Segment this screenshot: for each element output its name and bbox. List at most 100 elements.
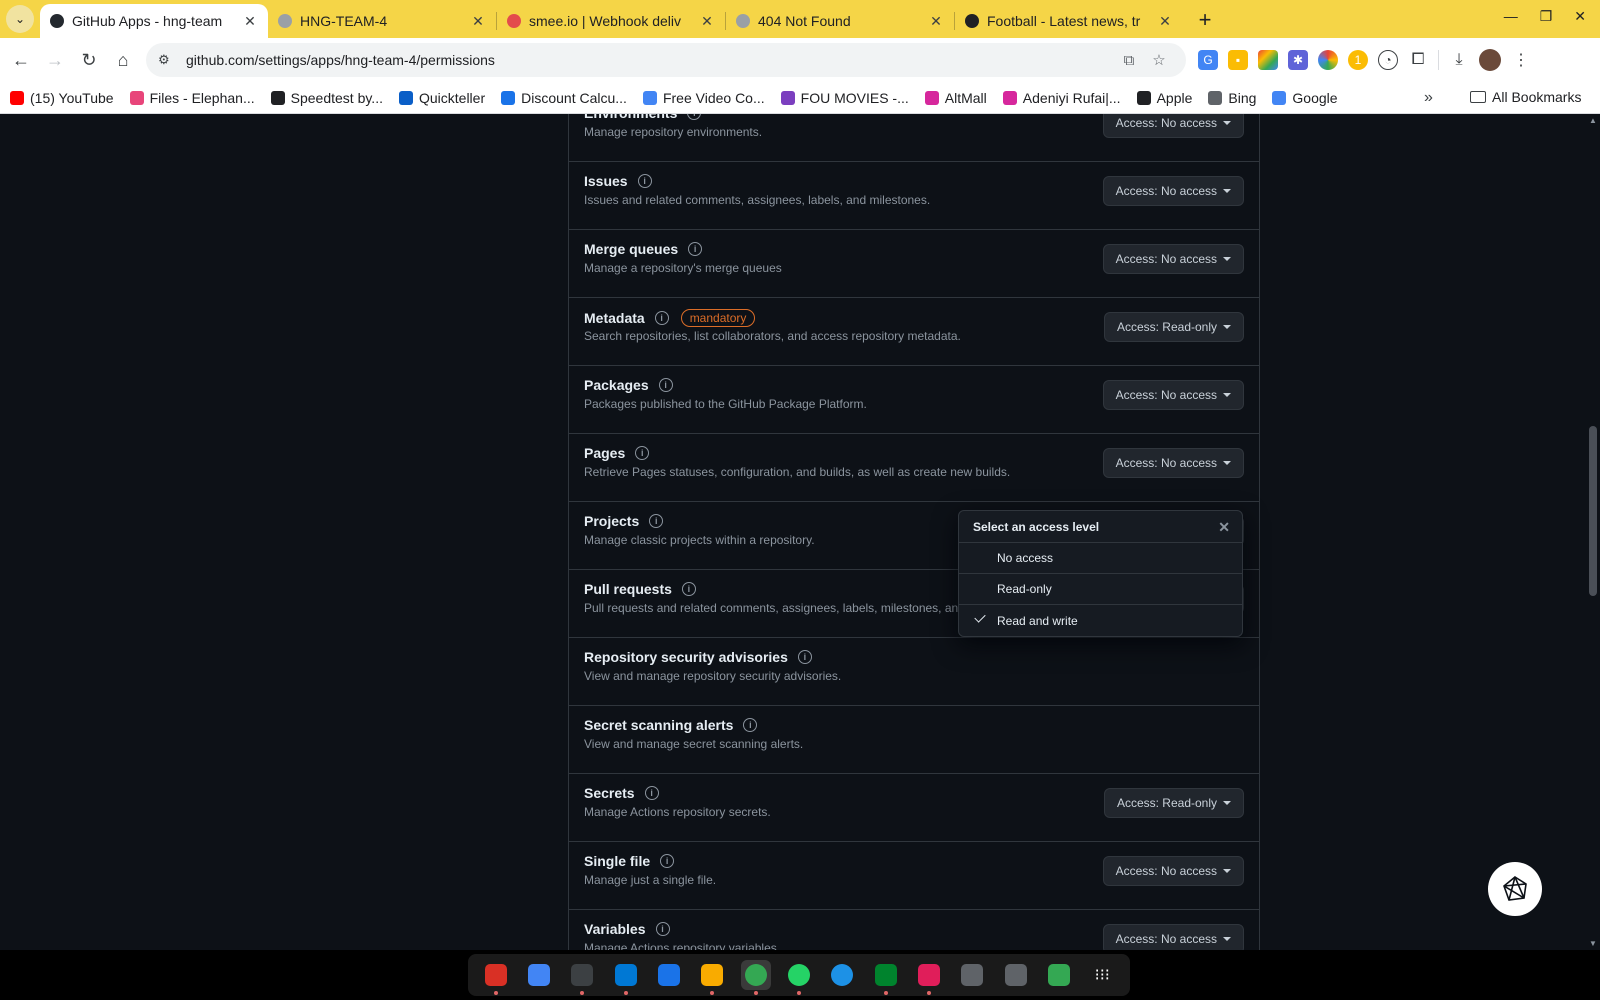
whatsapp-app-icon[interactable] [784, 960, 814, 995]
info-icon[interactable]: i [687, 114, 702, 120]
puzzle-extensions-icon[interactable]: ⧠ [1408, 50, 1428, 70]
launcher-app-icon[interactable]: ⁝⁝⁝ [1087, 960, 1117, 990]
profile-avatar[interactable] [1479, 49, 1501, 71]
download-icon[interactable]: ⤓ [1449, 50, 1469, 70]
close-tab-icon[interactable]: ✕ [928, 13, 944, 30]
access-level-dropdown[interactable]: Access: Read-only [1103, 312, 1244, 342]
slack-app-icon[interactable] [914, 960, 944, 995]
access-level-dropdown[interactable]: Access: Read-only [1103, 788, 1244, 818]
bookmark-item[interactable]: Free Video Co... [642, 90, 765, 106]
access-option[interactable]: Read and write [959, 605, 1242, 636]
access-level-dropdown[interactable]: Access: No access [1102, 856, 1244, 886]
access-option-label: Read and write [997, 613, 1078, 628]
browser-tab[interactable]: GitHub Apps - hng-team ✕ [40, 4, 268, 38]
translate-extension-icon[interactable]: G [1198, 50, 1218, 70]
info-icon[interactable]: i [637, 174, 652, 188]
caret-down-icon [1223, 325, 1231, 329]
bookmarks-overflow-icon[interactable]: » [1424, 89, 1433, 107]
bookmark-item[interactable]: Quickteller [398, 90, 485, 106]
browser-tab[interactable]: HNG-TEAM-4 ✕ [268, 4, 496, 38]
bookmark-item[interactable]: Discount Calcu... [501, 90, 627, 106]
browser-tab[interactable]: Football - Latest news, tr ✕ [955, 4, 1183, 38]
tab-search-button[interactable]: ⌄ [6, 5, 34, 33]
bookmark-item[interactable]: Files - Elephan... [129, 90, 255, 106]
info-icon[interactable]: i [644, 786, 659, 800]
browser-tab[interactable]: smee.io | Webhook deliv ✕ [497, 4, 725, 38]
close-tab-icon[interactable]: ✕ [1157, 13, 1173, 30]
url-text[interactable]: github.com/settings/apps/hng-team-4/perm… [186, 52, 1114, 68]
bookmark-label: Apple [1156, 89, 1193, 106]
address-bar[interactable]: ⚙ github.com/settings/apps/hng-team-4/pe… [146, 43, 1186, 77]
bookmark-item[interactable]: Bing [1208, 90, 1256, 106]
back-icon[interactable]: ← [4, 43, 38, 77]
access-option[interactable]: Read-only [959, 574, 1242, 605]
workbench-app-icon[interactable] [654, 960, 684, 990]
chrome-app-icon[interactable] [740, 960, 771, 995]
info-icon[interactable]: i [635, 446, 650, 460]
vscode-app-icon[interactable] [611, 960, 641, 995]
trash-app-icon[interactable] [1044, 960, 1074, 990]
info-icon[interactable]: i [655, 922, 670, 936]
access-level-dropdown[interactable]: Access: No access [1102, 114, 1244, 138]
access-level-dropdown[interactable]: Access: No access [1102, 380, 1244, 410]
text-editor-app-icon[interactable] [697, 960, 727, 995]
info-icon[interactable]: i [797, 650, 812, 664]
bookmark-item[interactable]: (15) YouTube [10, 90, 114, 106]
drive-b-app-icon[interactable] [1001, 960, 1031, 990]
bookmark-item[interactable]: Apple [1136, 89, 1193, 106]
access-level-dropdown[interactable]: Access: No access [1102, 448, 1244, 478]
drive-a-app-icon[interactable] [957, 960, 987, 990]
close-icon[interactable]: ✕ [1218, 519, 1230, 536]
terminal-app-icon[interactable] [567, 960, 597, 995]
bookmark-favicon-icon [642, 90, 657, 105]
gear-extension-icon[interactable]: ✱ [1288, 50, 1308, 70]
scroll-thumb[interactable] [1589, 426, 1597, 596]
docs-app-icon[interactable] [524, 960, 554, 990]
info-icon[interactable]: i [688, 242, 703, 256]
open-in-app-icon[interactable]: ⧉ [1114, 52, 1144, 69]
color-extension-icon[interactable] [1258, 50, 1278, 70]
wheel-extension-icon[interactable] [1318, 50, 1338, 70]
info-icon[interactable]: i [660, 854, 675, 868]
access-level-dropdown[interactable]: Access: No access [1102, 924, 1244, 950]
forward-icon[interactable]: → [38, 43, 72, 77]
site-info-icon[interactable]: ⚙ [158, 52, 178, 68]
access-level-dropdown[interactable]: Access: No access [1102, 176, 1244, 206]
bookmark-star-icon[interactable]: ☆ [1144, 51, 1174, 69]
permission-name: Pages [584, 445, 626, 461]
bookmark-item[interactable]: Adeniyi Rufai|... [1002, 90, 1121, 106]
scroll-up-icon[interactable]: ▲ [1589, 116, 1597, 125]
badge-extension-icon[interactable]: 1 [1348, 50, 1368, 70]
new-tab-button[interactable]: + [1191, 6, 1219, 34]
bookmark-item[interactable]: AltMall [924, 90, 987, 106]
info-icon[interactable]: i [658, 378, 673, 392]
access-option[interactable]: No access [959, 543, 1242, 574]
bookmark-item[interactable]: FOU MOVIES -... [780, 90, 909, 106]
page-scrollbar[interactable]: ▲ ▼ [1586, 114, 1600, 950]
info-icon[interactable]: i [743, 718, 758, 732]
access-level-dropdown[interactable]: Access: No access [1102, 244, 1244, 274]
close-tab-icon[interactable]: ✕ [470, 13, 486, 30]
bookmark-item[interactable]: Google [1272, 90, 1338, 106]
reload-icon[interactable]: ↻ [72, 43, 106, 77]
info-icon[interactable]: i [649, 514, 664, 528]
info-icon[interactable]: i [681, 582, 696, 596]
files-app-icon[interactable] [481, 960, 511, 995]
all-bookmarks-button[interactable]: All Bookmarks [1470, 89, 1581, 105]
wallet-extension-icon[interactable]: ▪ [1228, 50, 1248, 70]
info-icon[interactable]: i [654, 311, 669, 325]
close-tab-icon[interactable]: ✕ [699, 13, 715, 30]
meet-app-icon[interactable] [871, 960, 901, 995]
close-window-icon[interactable]: ✕ [1574, 8, 1586, 25]
docker-app-icon[interactable] [827, 960, 857, 990]
kebab-menu-icon[interactable]: ⋮ [1511, 50, 1531, 70]
home-icon[interactable]: ⌂ [106, 43, 140, 77]
close-tab-icon[interactable]: ✕ [242, 13, 258, 30]
minimize-icon[interactable]: — [1504, 8, 1518, 25]
browser-tab[interactable]: 404 Not Found ✕ [726, 4, 954, 38]
scroll-down-icon[interactable]: ▼ [1589, 939, 1597, 948]
bookmark-item[interactable]: Speedtest by... [270, 90, 383, 106]
speed-extension-icon[interactable]: ◔ [1378, 50, 1398, 70]
restore-icon[interactable]: ❐ [1540, 8, 1553, 25]
copilot-button[interactable] [1488, 862, 1542, 916]
